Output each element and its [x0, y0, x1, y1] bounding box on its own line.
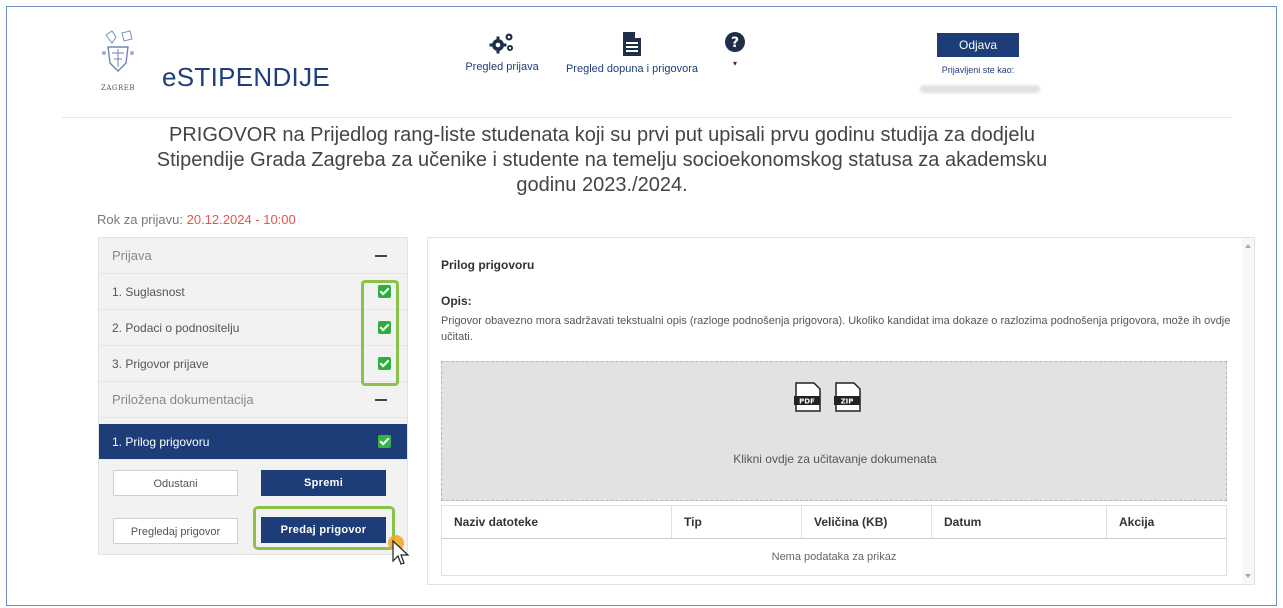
nav-pregled-dopuna[interactable]: Pregled dopuna i prigovora [557, 31, 707, 75]
app-frame: ZAGREB eSTIPENDIJE Pregled prijava Pregl… [6, 6, 1277, 606]
column-header[interactable]: Naziv datoteke [441, 505, 672, 539]
section-label: Prijava [112, 248, 152, 263]
title-line: PRIGOVOR na Prijedlog rang-liste studena… [168, 124, 1036, 146]
zip-label: ZIP [841, 398, 854, 406]
save-button[interactable]: Spremi [261, 470, 386, 496]
logo-text: ZAGREB [100, 84, 136, 92]
collapse-icon[interactable] [375, 399, 387, 401]
scroll-up-icon[interactable] [1245, 244, 1251, 248]
collapse-icon[interactable] [375, 255, 387, 257]
logged-as-label: Prijavljeni ste kao: [941, 65, 1015, 75]
city-logo: ZAGREB [92, 29, 144, 99]
description-label: Opis: [441, 294, 472, 308]
sidebar-item-label: 2. Podaci o podnositelju [112, 321, 240, 335]
logout-button[interactable]: Odjava [937, 33, 1019, 57]
nav-label: Pregled prijava [465, 61, 539, 73]
upload-dropzone[interactable]: PDF ZIP Klikni ovdje za učitavanje dokum… [441, 361, 1227, 501]
header: ZAGREB eSTIPENDIJE Pregled prijava Pregl… [62, 7, 1232, 118]
attachment-panel: Prilog prigovoru Opis: Prigovor obavezno… [427, 237, 1255, 585]
table-row: Nema podataka za prikaz [441, 538, 1227, 576]
file-type-icons: PDF ZIP [794, 382, 861, 412]
column-header[interactable]: Tip [671, 505, 802, 539]
nav-label: Pregled dopuna i prigovora [565, 63, 699, 75]
scroll-down-icon[interactable] [1245, 574, 1251, 578]
sidebar-item-prilog-prigovoru[interactable]: 1. Prilog prigovoru [99, 424, 407, 460]
files-table: Naziv datoteke Tip Veličina (KB) Datum A… [441, 505, 1227, 576]
svg-text:?: ? [731, 35, 739, 51]
gears-icon [489, 33, 513, 54]
nav-help[interactable]: ? ▾ [720, 31, 750, 68]
description-text: Prigovor obavezno mora sadržavati tekstu… [441, 315, 1231, 343]
sidebar-item-label: 1. Suglasnost [112, 285, 185, 299]
sidebar-item-label: 3. Prigovor prijave [112, 357, 209, 371]
app-name: eSTIPENDIJE [162, 62, 331, 92]
user-name-blurred [920, 85, 1040, 93]
column-header[interactable]: Datum [931, 505, 1107, 539]
column-header: Akcija [1106, 505, 1227, 539]
cancel-button[interactable]: Odustani [113, 470, 238, 496]
submit-objection-button[interactable]: Predaj prigovor [261, 517, 386, 543]
deadline-label: Rok za prijavu: [97, 212, 183, 227]
scrollbar[interactable] [1242, 238, 1254, 584]
preview-objection-button[interactable]: Pregledaj prigovor [113, 518, 238, 544]
empty-table-text: Nema podataka za prikaz [441, 538, 1227, 576]
sidebar-section-prijava[interactable]: Prijava [99, 238, 407, 274]
sidebar-item-label: 1. Prilog prigovoru [112, 435, 210, 449]
check-icon [378, 435, 391, 448]
section-label: Priložena dokumentacija [112, 392, 254, 407]
sidebar-section-dokumentacija[interactable]: Priložena dokumentacija [99, 382, 407, 418]
pdf-file-icon: PDF [794, 382, 821, 412]
nav-pregled-prijava[interactable]: Pregled prijava [457, 31, 547, 73]
pdf-label: PDF [799, 398, 815, 406]
document-icon [623, 32, 641, 56]
crest-icon [102, 30, 134, 72]
panel-title: Prilog prigovoru [441, 258, 535, 272]
zip-file-icon: ZIP [834, 382, 861, 412]
chevron-down-icon: ▾ [732, 59, 737, 68]
column-header[interactable]: Veličina (KB) [801, 505, 932, 539]
help-icon: ? [725, 32, 745, 52]
dropzone-text: Klikni ovdje za učitavanje dokumenata [733, 452, 937, 466]
title-line: godinu 2023./2024. [516, 174, 688, 196]
title-line: Stipendije Grada Zagreba za učenike i st… [156, 149, 1048, 171]
sidebar: Prijava 1. Suglasnost 2. Podaci o podnos… [98, 237, 408, 555]
deadline-value: 20.12.2024 - 10:00 [186, 212, 296, 227]
page-title: PRIGOVOR na Prijedlog rang-liste studena… [102, 123, 1102, 198]
table-header-row: Naziv datoteke Tip Veličina (KB) Datum A… [441, 505, 1227, 539]
cursor-icon [388, 535, 410, 565]
deadline: Rok za prijavu: 20.12.2024 - 10:00 [97, 212, 296, 227]
highlight-frame [361, 280, 399, 386]
